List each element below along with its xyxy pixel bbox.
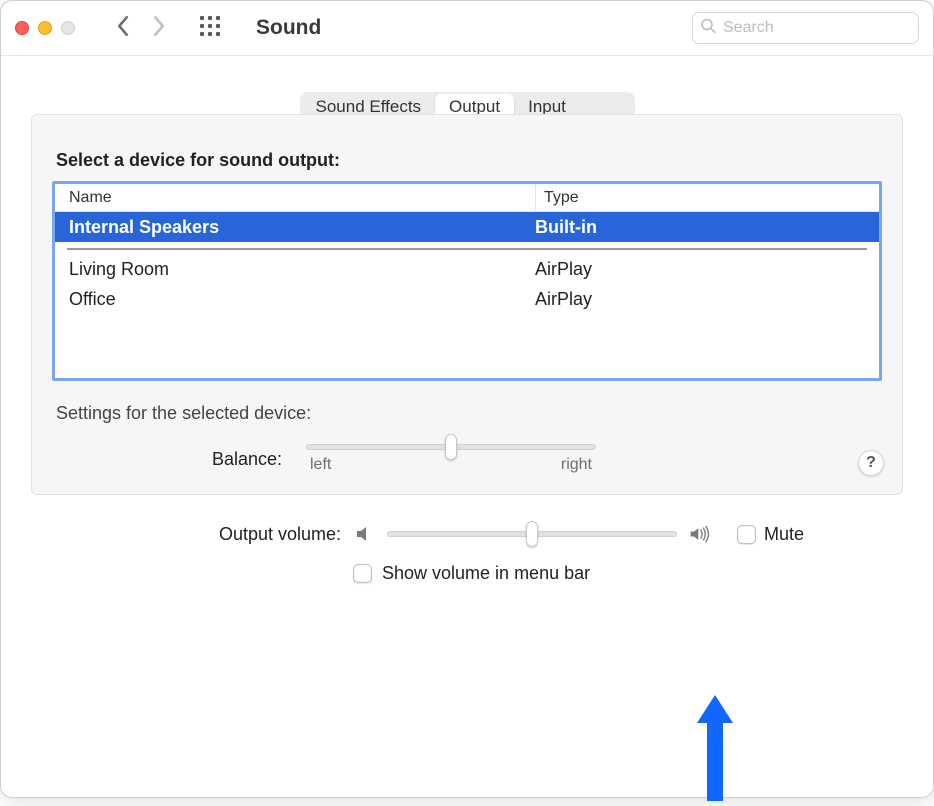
device-type: AirPlay — [535, 259, 879, 280]
device-row-living-room[interactable]: Living Room AirPlay — [55, 254, 879, 284]
search-wrap — [692, 12, 919, 44]
show-volume-menubar-label: Show volume in menu bar — [382, 563, 590, 584]
device-table-header: Name Type — [55, 184, 879, 212]
forward-button[interactable] — [142, 12, 176, 44]
show-all-prefs-button[interactable] — [192, 12, 228, 44]
device-name: Office — [69, 289, 535, 310]
output-device-table[interactable]: Name Type Internal Speakers Built-in Liv… — [52, 181, 882, 381]
question-mark-icon: ? — [866, 454, 876, 472]
minimize-window-button[interactable] — [38, 21, 52, 35]
settings-heading: Settings for the selected device: — [56, 403, 882, 424]
balance-left-label: left — [310, 456, 331, 474]
help-button[interactable]: ? — [858, 450, 884, 476]
balance-slider[interactable]: left right — [306, 444, 596, 474]
show-volume-menubar-checkbox[interactable] — [353, 564, 372, 583]
speaker-low-icon — [353, 523, 375, 545]
speaker-high-icon — [689, 523, 711, 545]
search-input[interactable] — [692, 12, 919, 44]
zoom-window-button[interactable] — [61, 21, 75, 35]
device-row-office[interactable]: Office AirPlay — [55, 284, 879, 314]
device-name: Living Room — [69, 259, 535, 280]
device-type: Built-in — [535, 217, 879, 238]
device-select-heading: Select a device for sound output: — [56, 150, 882, 171]
show-volume-menubar-control: Show volume in menu bar — [353, 563, 893, 584]
device-name: Internal Speakers — [69, 217, 535, 238]
sound-preferences-window: Sound Sound Effects Output Input Select … — [0, 0, 934, 798]
window-title: Sound — [256, 16, 321, 40]
mute-control: Mute — [737, 524, 804, 545]
annotation-arrow — [693, 691, 737, 806]
output-volume-label: Output volume: — [41, 524, 341, 545]
mute-checkbox[interactable] — [737, 525, 756, 544]
balance-right-label: right — [561, 456, 592, 474]
column-header-name[interactable]: Name — [55, 189, 535, 207]
back-button[interactable] — [106, 12, 140, 44]
close-window-button[interactable] — [15, 21, 29, 35]
chevron-right-icon — [152, 16, 166, 41]
titlebar: Sound — [1, 1, 933, 56]
device-row-internal-speakers[interactable]: Internal Speakers Built-in — [55, 212, 879, 242]
balance-row: Balance: left right — [182, 444, 882, 474]
mute-label: Mute — [764, 524, 804, 545]
output-volume-slider[interactable] — [387, 531, 677, 537]
output-volume-area: Output volume: — [31, 523, 903, 584]
output-panel: Select a device for sound output: Name T… — [31, 114, 903, 495]
search-icon — [700, 18, 716, 39]
window-controls — [15, 21, 75, 35]
balance-label: Balance: — [182, 449, 282, 470]
device-type: AirPlay — [535, 289, 879, 310]
grid-icon — [199, 15, 221, 42]
nav-arrows — [106, 12, 176, 44]
device-table-divider — [67, 248, 867, 250]
column-header-type[interactable]: Type — [535, 184, 879, 211]
chevron-left-icon — [116, 16, 130, 41]
